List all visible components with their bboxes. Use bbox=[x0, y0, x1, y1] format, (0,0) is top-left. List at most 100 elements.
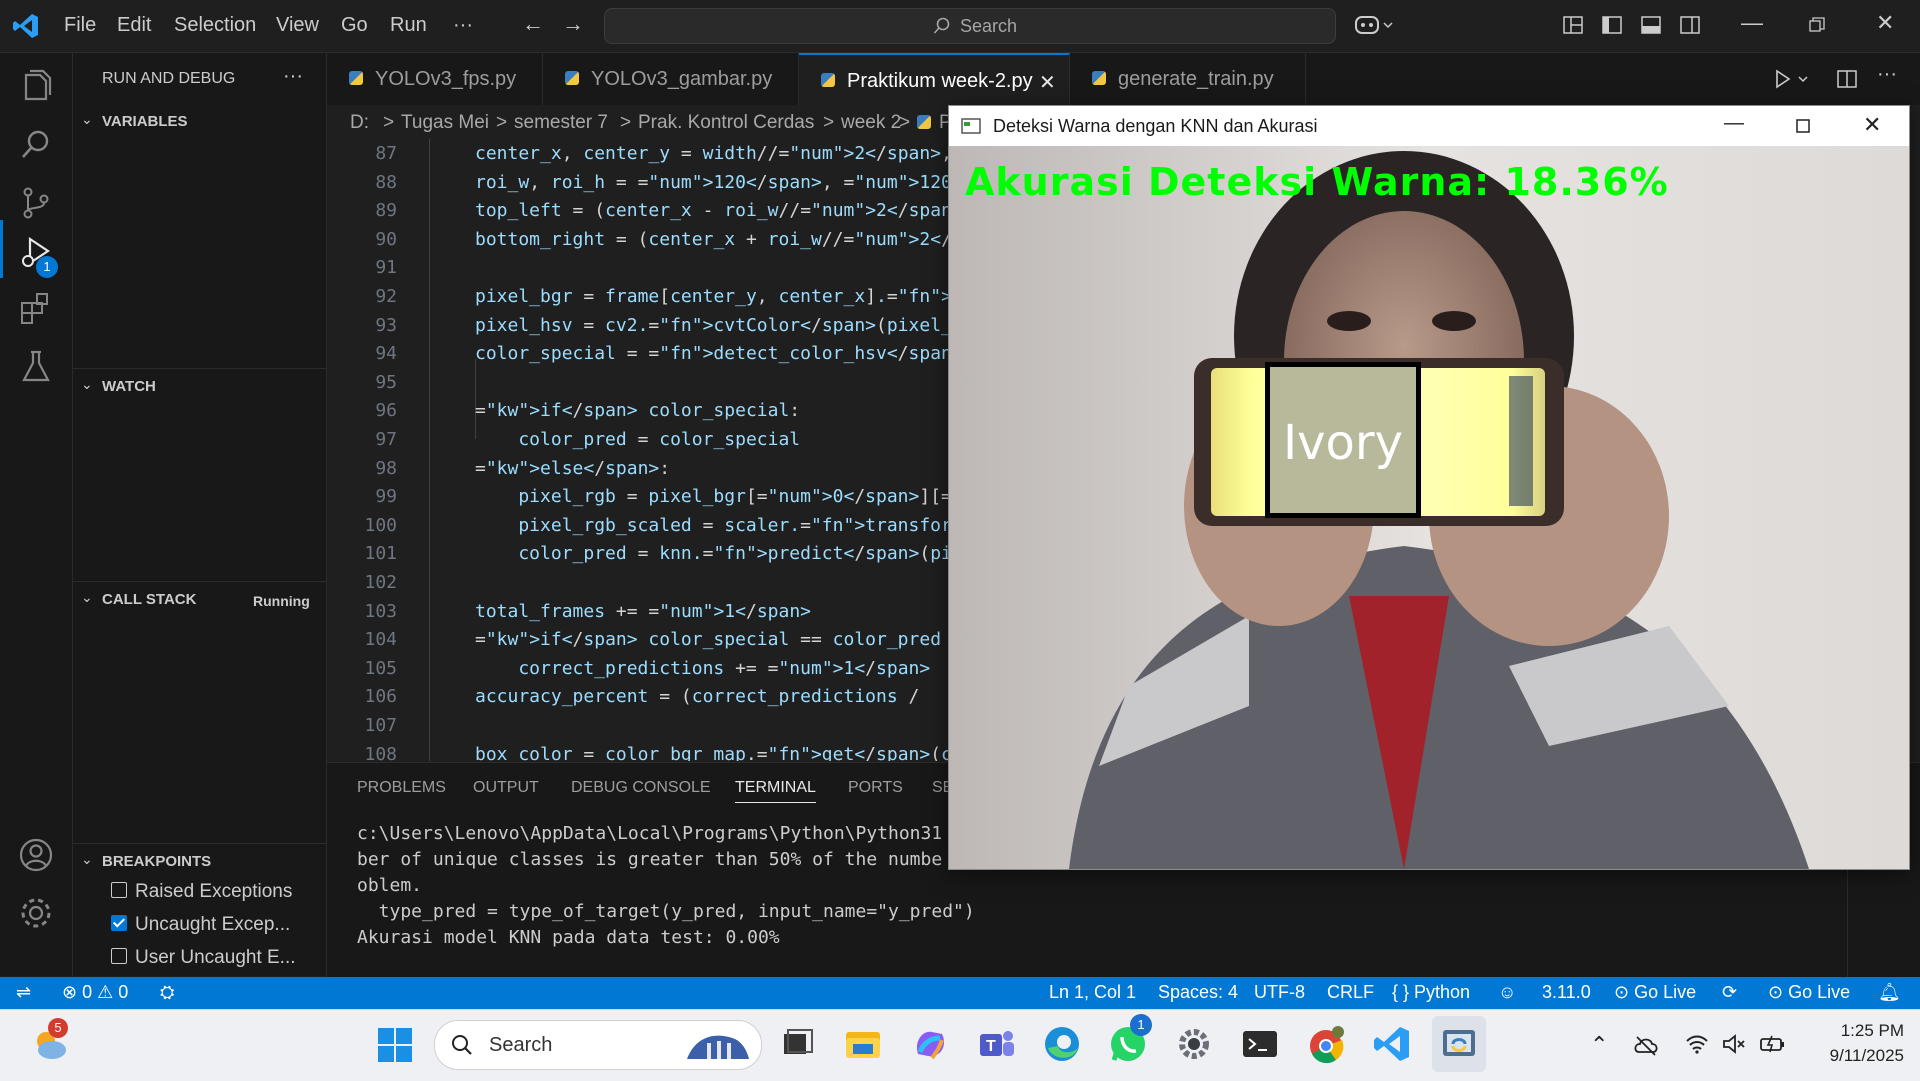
copilot-icon[interactable] bbox=[1354, 14, 1394, 36]
remote-icon[interactable]: ⇌ bbox=[16, 982, 31, 1003]
terminal-app-icon[interactable] bbox=[1240, 1024, 1280, 1064]
go-live-button-2[interactable]: ⊙ Go Live bbox=[1768, 982, 1850, 1003]
tab-praktikum-week-2[interactable]: Praktikum week-2.py ✕ bbox=[799, 53, 1070, 107]
tab-output[interactable]: OUTPUT bbox=[473, 779, 539, 797]
cloud-offline-icon[interactable] bbox=[1634, 1034, 1658, 1056]
code-editor[interactable]: 87 center_x, center_y = width//="num">2</… bbox=[327, 139, 955, 761]
restore-icon[interactable] bbox=[1809, 17, 1825, 33]
wifi-icon[interactable] bbox=[1685, 1034, 1709, 1054]
cv-window-titlebar[interactable]: Deteksi Warna dengan KNN dan Akurasi — ✕ bbox=[949, 106, 1909, 146]
taskbar-search[interactable]: Search bbox=[434, 1020, 762, 1070]
go-live-button-1[interactable]: ⊙ Go Live bbox=[1614, 982, 1696, 1003]
variables-section-header[interactable]: VARIABLES bbox=[102, 113, 188, 130]
breadcrumb-folder[interactable]: week 2 bbox=[841, 112, 901, 134]
minimize-icon[interactable]: — bbox=[1741, 10, 1763, 36]
tab-problems[interactable]: PROBLEMS bbox=[357, 779, 446, 797]
cv-minimize-icon[interactable]: — bbox=[1724, 112, 1744, 135]
split-editor-icon[interactable] bbox=[1837, 69, 1857, 89]
settings-gear-icon[interactable] bbox=[16, 893, 56, 933]
breakpoint-item[interactable]: Uncaught Excep... bbox=[111, 914, 290, 936]
menu-edit[interactable]: Edit bbox=[117, 14, 151, 37]
call-stack-section-header[interactable]: CALL STACK bbox=[102, 591, 196, 608]
breakpoint-item[interactable]: Raised Exceptions bbox=[111, 881, 292, 903]
windows-start-icon[interactable] bbox=[378, 1028, 412, 1062]
back-arrow-icon[interactable]: ← bbox=[522, 11, 544, 37]
vscode-taskbar-icon[interactable] bbox=[1372, 1024, 1412, 1064]
forward-arrow-icon[interactable]: → bbox=[562, 11, 584, 37]
breakpoint-label: Raised Exceptions bbox=[135, 881, 293, 902]
tab-ports[interactable]: PORTS bbox=[848, 779, 903, 797]
menu-view[interactable]: View bbox=[276, 14, 319, 37]
breakpoint-checkbox[interactable] bbox=[111, 882, 127, 898]
python-app-icon[interactable] bbox=[1439, 1024, 1479, 1064]
breadcrumb-folder[interactable]: Tugas Mei bbox=[401, 112, 489, 134]
breakpoint-checkbox[interactable] bbox=[111, 948, 127, 964]
breadcrumb-folder[interactable]: semester 7 bbox=[514, 112, 608, 134]
volume-muted-icon[interactable] bbox=[1722, 1034, 1746, 1054]
edge-icon[interactable] bbox=[1042, 1024, 1082, 1064]
close-window-icon[interactable]: ✕ bbox=[1876, 10, 1894, 36]
cursor-position[interactable]: Ln 1, Col 1 bbox=[1049, 982, 1136, 1003]
clock-date[interactable]: 9/11/2025 bbox=[1806, 1046, 1904, 1066]
settings-app-icon[interactable] bbox=[1174, 1024, 1214, 1064]
problems-status[interactable]: ⊗ 0 ⚠ 0 bbox=[62, 982, 128, 1003]
breakpoints-section-header[interactable]: BREAKPOINTS bbox=[102, 853, 211, 870]
tab-yolov3-fps[interactable]: YOLOv3_fps.py bbox=[327, 53, 543, 105]
run-python-file-icon[interactable] bbox=[1775, 69, 1809, 89]
watch-section-header[interactable]: WATCH bbox=[102, 378, 156, 395]
breakpoint-checkbox[interactable] bbox=[111, 915, 127, 931]
toggle-secondary-sidebar-icon[interactable] bbox=[1680, 15, 1700, 35]
explorer-icon[interactable] bbox=[16, 67, 56, 107]
line-number: 108 bbox=[364, 743, 397, 761]
command-center-search[interactable]: Search bbox=[604, 8, 1336, 44]
menu-file[interactable]: File bbox=[64, 14, 96, 37]
menu-go[interactable]: Go bbox=[341, 14, 368, 37]
battery-charging-icon[interactable] bbox=[1760, 1034, 1786, 1054]
search-icon[interactable] bbox=[16, 125, 56, 165]
clock-time[interactable]: 1:25 PM bbox=[1826, 1021, 1904, 1041]
indentation[interactable]: Spaces: 4 bbox=[1158, 982, 1238, 1003]
chevron-down-icon[interactable]: ⌄ bbox=[81, 851, 93, 868]
opencv-window[interactable]: Deteksi Warna dengan KNN dan Akurasi — ✕ bbox=[948, 105, 1910, 870]
chevron-down-icon[interactable]: ⌄ bbox=[81, 589, 93, 606]
tab-terminal[interactable]: TERMINAL bbox=[735, 779, 816, 803]
menu-more[interactable]: ··· bbox=[453, 14, 473, 37]
tab-debug-console[interactable]: DEBUG CONSOLE bbox=[571, 779, 711, 797]
toggle-panel-icon[interactable] bbox=[1641, 15, 1661, 35]
close-tab-icon[interactable]: ✕ bbox=[1039, 70, 1056, 95]
chevron-down-icon[interactable]: ⌄ bbox=[81, 111, 93, 128]
menu-run[interactable]: Run bbox=[390, 14, 427, 37]
cv-close-icon[interactable]: ✕ bbox=[1863, 112, 1881, 138]
notifications-bell-icon[interactable]: 🔔︎ bbox=[1878, 982, 1901, 1003]
copilot-app-icon[interactable] bbox=[910, 1024, 950, 1064]
extensions-icon[interactable] bbox=[16, 289, 56, 329]
accounts-icon[interactable] bbox=[16, 835, 56, 875]
python-version[interactable]: 3.11.0 bbox=[1542, 982, 1591, 1003]
vscode-logo-icon[interactable] bbox=[12, 12, 40, 40]
breakpoint-item[interactable]: User Uncaught E... bbox=[111, 947, 296, 969]
source-control-icon[interactable] bbox=[16, 183, 56, 223]
chrome-icon[interactable] bbox=[1306, 1024, 1346, 1064]
file-explorer-icon[interactable] bbox=[843, 1024, 883, 1064]
toggle-primary-sidebar-icon[interactable] bbox=[1602, 15, 1622, 35]
menu-selection[interactable]: Selection bbox=[174, 14, 256, 37]
sync-icon[interactable]: ⟳ bbox=[1722, 982, 1737, 1003]
copilot-status-icon[interactable]: ☺ bbox=[1498, 982, 1516, 1003]
breadcrumb-folder[interactable]: Prak. Kontrol Cerdas bbox=[638, 112, 814, 134]
breadcrumb-drive[interactable]: D: bbox=[350, 112, 369, 134]
task-view-icon[interactable] bbox=[778, 1024, 818, 1064]
language-mode[interactable]: { } Python bbox=[1392, 982, 1470, 1003]
sidebar-more-button[interactable]: ··· bbox=[283, 65, 303, 88]
encoding[interactable]: UTF-8 bbox=[1254, 982, 1305, 1003]
chevron-up-icon[interactable]: ⌃ bbox=[1590, 1032, 1608, 1058]
chevron-down-icon[interactable]: ⌄ bbox=[81, 376, 93, 393]
line-ending[interactable]: CRLF bbox=[1327, 982, 1374, 1003]
tab-generate-train[interactable]: generate_train.py bbox=[1070, 53, 1306, 105]
layout-customize-icon[interactable] bbox=[1563, 15, 1583, 35]
testing-icon[interactable] bbox=[16, 347, 56, 387]
debug-status-icon[interactable]: ⛭ bbox=[160, 982, 174, 1003]
tab-yolov3-gambar[interactable]: YOLOv3_gambar.py bbox=[543, 53, 799, 105]
teams-icon[interactable]: T bbox=[976, 1024, 1016, 1064]
cv-maximize-icon[interactable] bbox=[1796, 119, 1810, 133]
editor-more-actions-icon[interactable]: ··· bbox=[1877, 63, 1897, 86]
